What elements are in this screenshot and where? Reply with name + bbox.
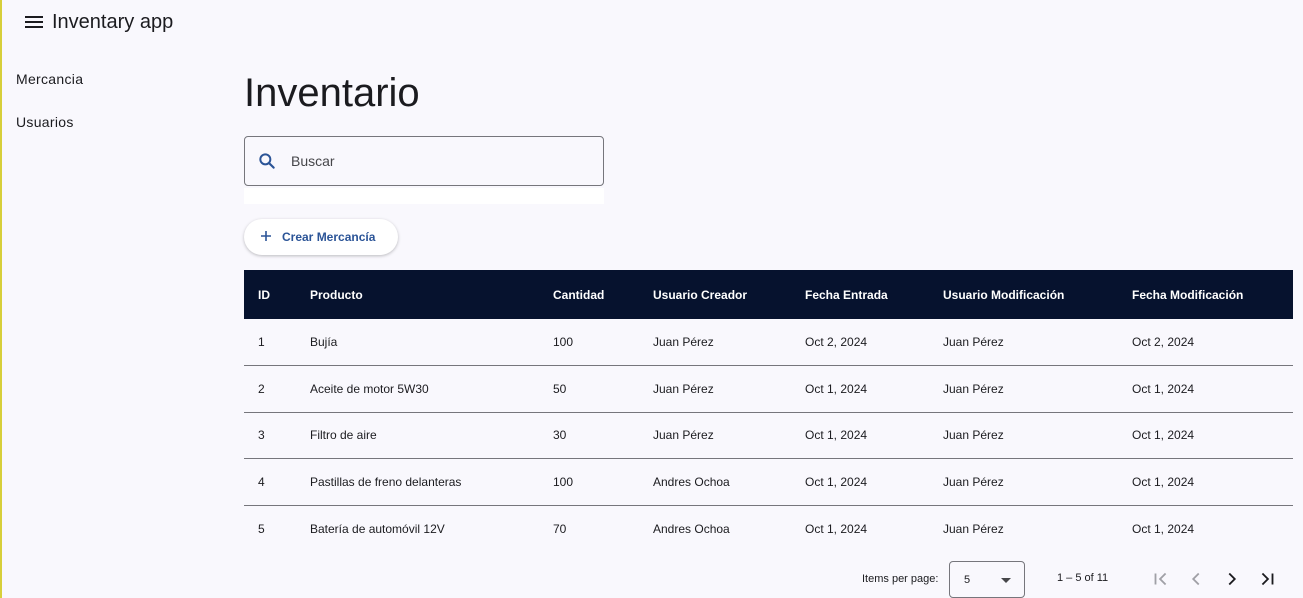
cell-usuario-creador: Juan Pérez	[653, 428, 714, 443]
column-header-producto[interactable]: Producto	[310, 270, 553, 319]
app-title: Inventary app	[52, 11, 174, 33]
prev-page-icon[interactable]	[1185, 568, 1207, 590]
sidebar-item-mercancia[interactable]: Mercancia	[16, 71, 83, 87]
menu-icon[interactable]	[22, 10, 46, 34]
cell-id: 2	[258, 381, 265, 396]
cell-fecha-modificacion: Oct 2, 2024	[1132, 335, 1195, 349]
cell-cantidad: 100	[553, 474, 574, 489]
table-header-row: ID Producto Cantidad Usuario Creador Fec…	[244, 270, 1293, 319]
cell-fecha-entrada: Oct 1, 2024	[805, 474, 868, 489]
cell-cantidad: 70	[553, 521, 567, 536]
cell-id: 1	[258, 335, 265, 349]
table-row[interactable]: 5 Batería de automóvil 12V 70 Andres Och…	[244, 505, 1293, 552]
cell-id: 5	[258, 521, 265, 536]
column-header-id[interactable]: ID	[244, 270, 310, 319]
cell-producto: Aceite de motor 5W30	[310, 381, 429, 396]
search-underline-area	[244, 188, 604, 204]
left-edge-accent	[0, 0, 2, 598]
column-header-cantidad[interactable]: Cantidad	[553, 270, 653, 319]
first-page-icon[interactable]	[1150, 568, 1172, 590]
create-mercancia-label: Crear Mercancía	[282, 230, 376, 244]
next-page-icon[interactable]	[1221, 568, 1243, 590]
top-app-bar: Inventary app	[0, 0, 1303, 44]
column-header-fecha-modificacion[interactable]: Fecha Modificación	[1132, 270, 1293, 319]
cell-cantidad: 100	[553, 335, 574, 349]
cell-producto: Filtro de aire	[310, 428, 377, 443]
table-row[interactable]: 1 Bujía 100 Juan Pérez Oct 2, 2024 Juan …	[244, 319, 1293, 366]
cell-usuario-creador: Andres Ochoa	[653, 521, 730, 536]
cell-fecha-modificacion: Oct 1, 2024	[1132, 521, 1195, 536]
cell-cantidad: 50	[553, 381, 567, 396]
page-title: Inventario	[244, 71, 420, 115]
cell-cantidad: 30	[553, 428, 567, 443]
search-field[interactable]	[244, 136, 604, 186]
page-size-value: 5	[964, 574, 971, 586]
inventory-table: ID Producto Cantidad Usuario Creador Fec…	[244, 270, 1293, 552]
cell-usuario-creador: Andres Ochoa	[653, 474, 730, 489]
items-per-page-label: Items per page:	[862, 573, 939, 585]
cell-fecha-entrada: Oct 1, 2024	[805, 428, 868, 443]
create-mercancia-button[interactable]: Crear Mercancía	[244, 219, 398, 255]
column-header-usuario-modificacion[interactable]: Usuario Modificación	[943, 270, 1132, 319]
search-input[interactable]	[291, 149, 581, 173]
column-header-usuario-creador[interactable]: Usuario Creador	[653, 270, 805, 319]
plus-icon	[259, 229, 273, 243]
column-header-fecha-entrada[interactable]: Fecha Entrada	[805, 270, 943, 319]
cell-producto: Pastillas de freno delanteras	[310, 474, 462, 489]
cell-id: 4	[258, 474, 265, 489]
cell-fecha-modificacion: Oct 1, 2024	[1132, 428, 1195, 443]
cell-fecha-entrada: Oct 1, 2024	[805, 521, 868, 536]
table-row[interactable]: 3 Filtro de aire 30 Juan Pérez Oct 1, 20…	[244, 412, 1293, 459]
cell-id: 3	[258, 428, 265, 443]
chevron-down-icon	[1001, 578, 1011, 583]
cell-fecha-entrada: Oct 2, 2024	[805, 335, 868, 349]
cell-fecha-entrada: Oct 1, 2024	[805, 381, 868, 396]
paginator: Items per page: 5 1 – 5 of 11	[0, 560, 1303, 598]
cell-usuario-creador: Juan Pérez	[653, 335, 714, 349]
cell-producto: Bujía	[310, 335, 338, 349]
search-icon	[257, 151, 277, 171]
last-page-icon[interactable]	[1256, 568, 1278, 590]
cell-producto: Batería de automóvil 12V	[310, 521, 445, 536]
page-range-label: 1 – 5 of 11	[1057, 572, 1109, 584]
cell-fecha-modificacion: Oct 1, 2024	[1132, 474, 1195, 489]
cell-fecha-modificacion: Oct 1, 2024	[1132, 381, 1195, 396]
cell-usuario-modificacion: Juan Pérez	[943, 428, 1004, 443]
table-row[interactable]: 2 Aceite de motor 5W30 50 Juan Pérez Oct…	[244, 366, 1293, 412]
table-row[interactable]: 4 Pastillas de freno delanteras 100 Andr…	[244, 459, 1293, 505]
cell-usuario-modificacion: Juan Pérez	[943, 381, 1004, 396]
page-size-select[interactable]: 5	[949, 561, 1025, 598]
sidebar-item-usuarios[interactable]: Usuarios	[16, 114, 74, 130]
cell-usuario-modificacion: Juan Pérez	[943, 474, 1004, 489]
cell-usuario-modificacion: Juan Pérez	[943, 521, 1004, 536]
cell-usuario-modificacion: Juan Pérez	[943, 335, 1004, 349]
cell-usuario-creador: Juan Pérez	[653, 381, 714, 396]
